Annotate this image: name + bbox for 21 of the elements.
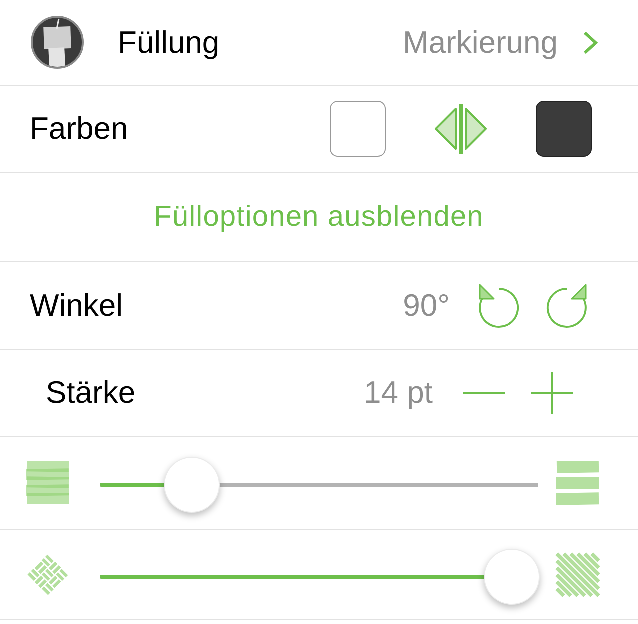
weight-label: Stärke (46, 375, 136, 411)
angle-label: Winkel (30, 288, 124, 324)
angle-value: 90° (403, 288, 450, 324)
chevron-icon[interactable] (582, 30, 599, 54)
rotate-left-icon[interactable] (478, 282, 520, 328)
colors-label: Farben (30, 111, 128, 147)
plus-icon[interactable] (531, 372, 573, 414)
fill-label: Füllung (118, 24, 220, 60)
swap-icon[interactable] (434, 104, 488, 154)
color-swatch[interactable] (330, 101, 386, 157)
sparse-lines-icon (556, 461, 600, 505)
fill-type-value[interactable]: Markierung (402, 24, 558, 60)
hide-options-button[interactable]: Fülloptionen ausblenden (154, 200, 484, 234)
pattern-preview-icon (31, 16, 84, 69)
weight-value: 14 pt (364, 375, 433, 411)
color-swatch[interactable] (536, 101, 592, 157)
dense-lines-icon (26, 461, 70, 505)
diagonal-lines-icon (555, 552, 601, 598)
slider-thumb[interactable] (164, 457, 220, 513)
slider-thumb[interactable] (484, 548, 540, 604)
rotate-right-icon[interactable] (546, 282, 588, 328)
